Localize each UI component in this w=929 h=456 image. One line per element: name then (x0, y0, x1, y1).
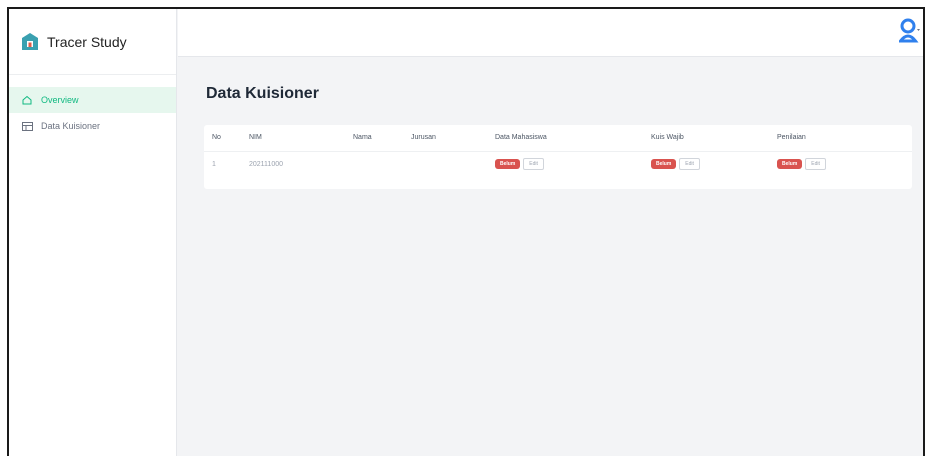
cell-jurusan (411, 150, 495, 177)
cell-nama (353, 150, 411, 177)
table-icon (21, 120, 33, 132)
sidebar-item-overview[interactable]: Overview (9, 87, 176, 113)
col-header-kuis-wajib: Kuis Wajib (651, 134, 684, 142)
edit-penilaian-button[interactable]: Edit (805, 158, 826, 171)
home-icon (21, 94, 33, 106)
sidebar-item-data-kuisioner[interactable]: Data Kuisioner (9, 113, 176, 139)
user-avatar-icon[interactable] (899, 17, 921, 43)
table-header-row: No NIM Nama Jurusan Data Mahasiswa Kuis … (204, 125, 912, 151)
col-header-nama: Nama (353, 134, 372, 142)
logo-icon (22, 32, 38, 50)
kuisioner-table-card: No NIM Nama Jurusan Data Mahasiswa Kuis … (204, 125, 912, 189)
table-row: 1 202111000 Belum Edit Belum Edit Belum Edi… (204, 150, 912, 177)
edit-kuis-wajib-button[interactable]: Edit (679, 158, 700, 171)
sidebar-item-label: Overview (41, 95, 79, 105)
col-header-penilaian: Penilaian (777, 134, 806, 142)
cell-penilaian: Belum Edit (777, 150, 912, 177)
page-title: Data Kuisioner (206, 85, 319, 102)
topbar (178, 9, 923, 57)
cell-data-mahasiswa: Belum Edit (495, 150, 651, 177)
sidebar-item-label: Data Kuisioner (41, 121, 101, 131)
col-header-jurusan: Jurusan (411, 134, 436, 142)
main-content: Data Kuisioner No NIM Nama Jurusan Data … (178, 57, 923, 456)
cell-kuis-wajib: Belum Edit (651, 150, 777, 177)
cell-no: 1 (204, 150, 249, 177)
kuisioner-table: No NIM Nama Jurusan Data Mahasiswa Kuis … (204, 125, 912, 177)
sidebar: Tracer Study Overview Data Kuisioner (9, 9, 177, 456)
status-badge: Belum (495, 159, 521, 170)
status-badge: Belum (651, 159, 677, 170)
col-header-data-mahasiswa: Data Mahasiswa (495, 134, 547, 142)
cell-nim: 202111000 (249, 150, 353, 177)
app-window: Tracer Study Overview Data Kuisioner Dat… (7, 7, 925, 456)
app-title: Tracer Study (47, 33, 127, 50)
edit-data-mahasiswa-button[interactable]: Edit (523, 158, 544, 171)
col-header-no: No (212, 134, 221, 142)
status-badge: Belum (777, 159, 803, 170)
brand[interactable]: Tracer Study (9, 9, 176, 75)
col-header-nim: NIM (249, 134, 262, 142)
